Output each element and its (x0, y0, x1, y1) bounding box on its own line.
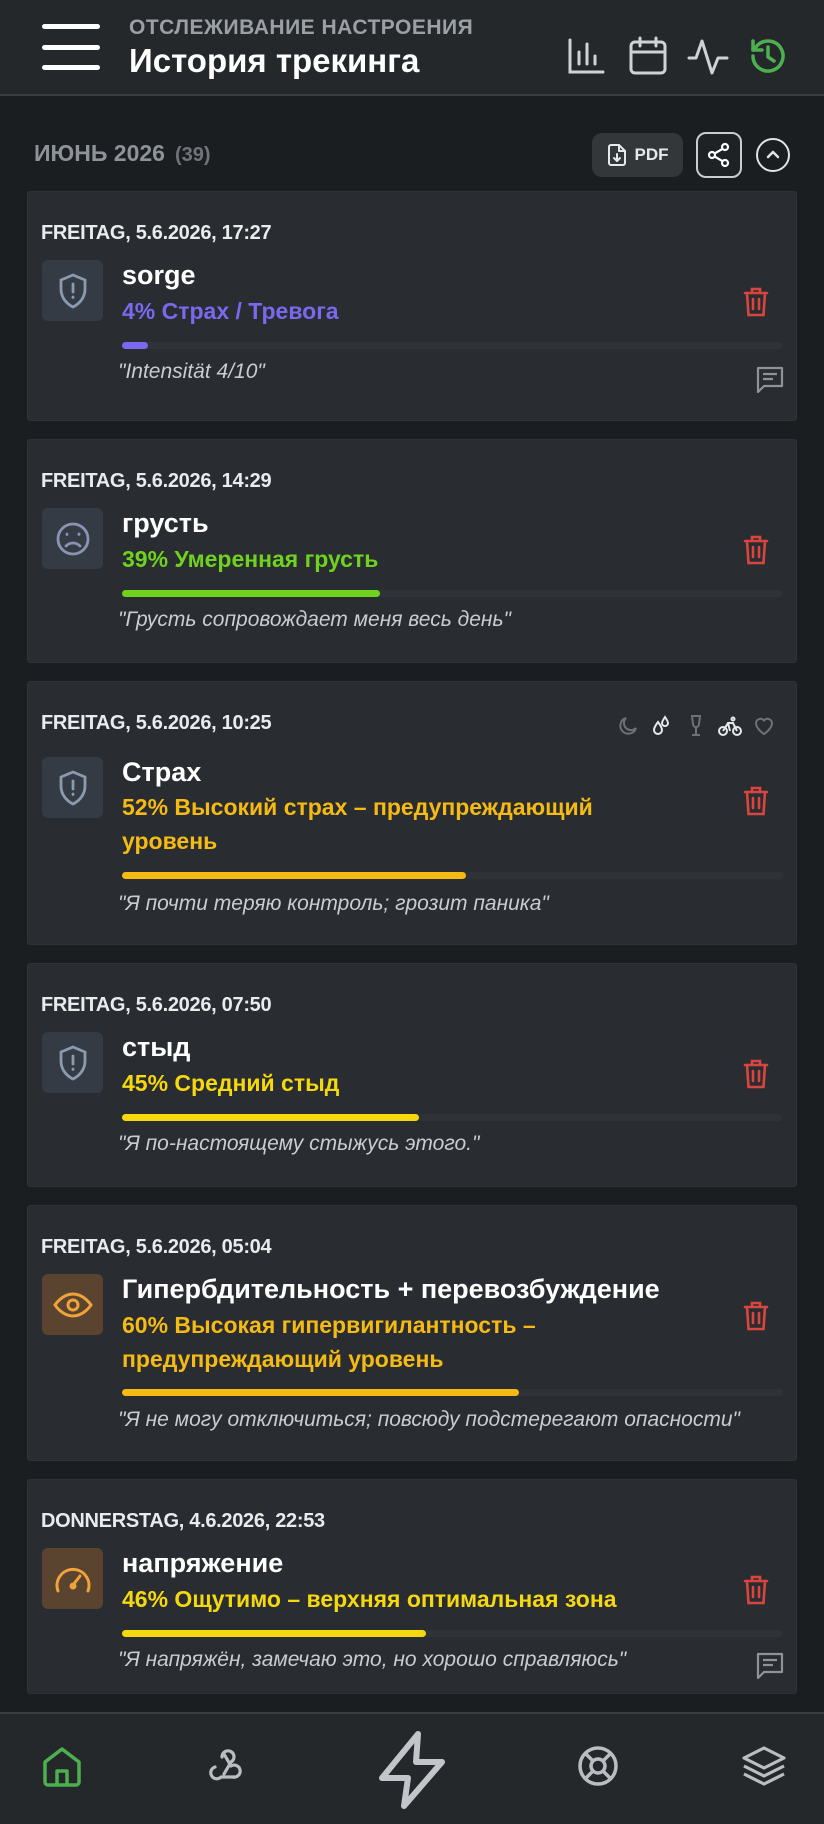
entry-level: 4% Страх / Тревога (122, 298, 339, 324)
menu-line (42, 44, 100, 50)
entry-level: 45% Средний стыд (122, 1070, 340, 1096)
menu-line (42, 65, 100, 70)
entry-date: FREITAG, 5.6.2026, 10:25 (41, 712, 272, 734)
intensity-bar (122, 1114, 783, 1121)
entry-emotion-name: sorge (122, 260, 196, 290)
entry-quote: "Я по-настоящему стыжусь этого." (118, 1132, 480, 1155)
trash-icon[interactable] (742, 286, 770, 318)
entry-emotion-name: напряжение (122, 1548, 284, 1578)
header-subtitle: ОТСЛЕЖИВАНИЕ НАСТРОЕНИЯ (129, 16, 474, 39)
entry-date: DONNERSTAG, 4.6.2026, 22:53 (41, 1510, 325, 1532)
intensity-bar-fill (122, 342, 149, 349)
page-title: История трекинга (129, 42, 420, 79)
layers-icon[interactable] (740, 1742, 788, 1790)
heart-icon (752, 714, 776, 738)
entry-quote: "Я почти теряю контроль; грозит паника" (118, 892, 549, 915)
shield-alert-icon (42, 260, 103, 321)
entry-date: FREITAG, 5.6.2026, 05:04 (41, 1236, 272, 1258)
tracking-entry[interactable]: FREITAG, 5.6.2026, 07:50 стыд 45% Средни… (27, 963, 797, 1187)
pdf-export-button[interactable]: PDF (592, 133, 683, 177)
entry-emotion-name: грусть (122, 508, 209, 538)
entry-quote: "Я не могу отключиться; повсюду подстере… (118, 1408, 740, 1431)
webhook-icon[interactable] (202, 1742, 250, 1790)
shield-alert-icon (42, 1032, 103, 1093)
entry-level: 52% Высокий страх – предупреждающий уров… (122, 794, 593, 854)
trash-icon[interactable] (742, 1574, 770, 1606)
intensity-bar (122, 1389, 783, 1396)
lifebuoy-icon[interactable] (574, 1742, 622, 1790)
tracking-entry[interactable]: FREITAG, 5.6.2026, 10:25 Страх 52% Высок… (27, 681, 797, 945)
intensity-bar-fill (122, 590, 380, 597)
history-icon[interactable] (746, 34, 790, 78)
entry-date: FREITAG, 5.6.2026, 07:50 (41, 994, 272, 1016)
intensity-bar-fill (122, 1114, 420, 1121)
entry-emotion-name: стыд (122, 1032, 191, 1062)
month-label: ИЮНЬ 2026 (39) (34, 140, 211, 167)
gauge-icon (42, 1548, 103, 1609)
bicycle-icon (718, 714, 742, 738)
chevron-up-icon (766, 150, 780, 159)
tracker-icons (616, 714, 776, 738)
moon-icon (616, 714, 640, 738)
tracking-entry[interactable]: FREITAG, 5.6.2026, 17:27 sorge 4% Страх … (27, 191, 797, 421)
trash-icon[interactable] (742, 1058, 770, 1090)
comment-icon[interactable] (754, 364, 786, 396)
collapse-button[interactable] (756, 138, 790, 172)
calendar-icon[interactable] (626, 34, 670, 78)
month-name: ИЮНЬ 2026 (34, 140, 165, 166)
intensity-bar (122, 1630, 783, 1637)
intensity-bar (122, 590, 783, 597)
entry-quote: "Intensität 4/10" (118, 360, 265, 383)
bottom-navigation (0, 1712, 824, 1824)
intensity-bar (122, 342, 783, 349)
home-icon[interactable] (38, 1742, 86, 1790)
entry-date: FREITAG, 5.6.2026, 17:27 (41, 222, 272, 244)
wine-glass-icon (684, 714, 708, 738)
share-button[interactable] (696, 132, 742, 178)
tracking-entry[interactable]: FREITAG, 5.6.2026, 05:04 Гипербдительнос… (27, 1205, 797, 1461)
intensity-bar-fill (122, 872, 466, 879)
comment-icon[interactable] (754, 1650, 786, 1682)
lightning-icon[interactable] (372, 1728, 452, 1812)
entry-quote: "Грусть сопровождает меня весь день" (118, 608, 511, 631)
hamburger-menu-button[interactable] (40, 20, 102, 74)
sad-face-icon (42, 508, 103, 569)
bar-chart-icon[interactable] (564, 34, 608, 78)
entry-emotion-name: Гипербдительность + перевозбуждение (122, 1274, 660, 1304)
pdf-label: PDF (634, 145, 669, 164)
shield-alert-icon (42, 757, 103, 818)
file-download-icon (607, 144, 626, 166)
tracking-entry[interactable]: FREITAG, 5.6.2026, 14:29 грусть 39% Умер… (27, 439, 797, 663)
trash-icon[interactable] (742, 534, 770, 566)
share-icon (707, 142, 730, 168)
menu-line (42, 24, 100, 29)
intensity-bar-fill (122, 1630, 427, 1637)
activity-icon[interactable] (686, 34, 730, 78)
intensity-bar (122, 872, 783, 879)
entry-emotion-name: Страх (122, 757, 202, 787)
entry-level: 39% Умеренная грусть (122, 546, 379, 572)
trash-icon[interactable] (742, 1300, 770, 1332)
month-entry-count: (39) (174, 144, 211, 166)
intensity-bar-fill (122, 1389, 519, 1396)
eye-icon (42, 1274, 103, 1335)
tracking-entry[interactable]: DONNERSTAG, 4.6.2026, 22:53 напряжение 4… (27, 1479, 797, 1694)
trash-icon[interactable] (742, 785, 770, 817)
app-header: ОТСЛЕЖИВАНИЕ НАСТРОЕНИЯ История трекинга (0, 0, 824, 96)
entry-date: FREITAG, 5.6.2026, 14:29 (41, 470, 272, 492)
entry-level: 46% Ощутимо – верхняя оптимальная зона (122, 1586, 617, 1612)
entry-level: 60% Высокая гипервигилантность – предупр… (122, 1312, 536, 1372)
drops-icon (650, 714, 674, 738)
entry-quote: "Я напряжён, замечаю это, но хорошо спра… (118, 1648, 627, 1671)
